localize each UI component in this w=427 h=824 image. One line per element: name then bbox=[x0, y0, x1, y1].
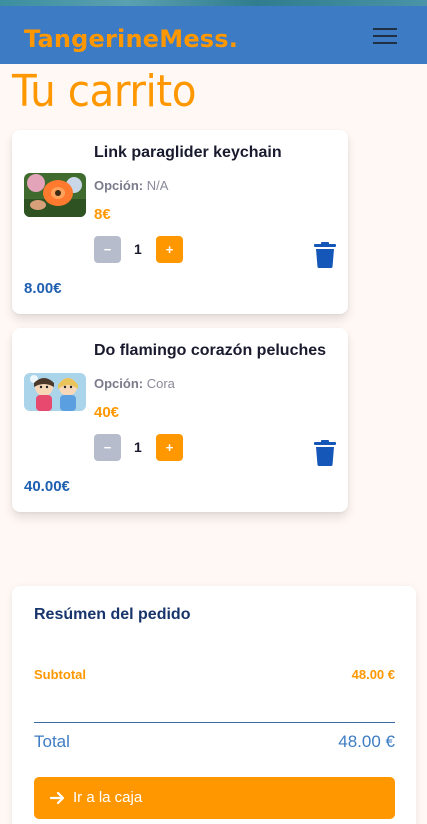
quantity-value: 1 bbox=[134, 241, 142, 257]
product-option: Opción: N/A bbox=[94, 178, 168, 193]
line-total: 40.00€ bbox=[24, 478, 70, 495]
product-price: 40€ bbox=[94, 404, 120, 421]
menu-icon[interactable] bbox=[373, 26, 397, 46]
product-name[interactable]: Link paraglider keychain bbox=[94, 144, 282, 162]
cart-item: Link paraglider keychain Opción: N/A 8€ … bbox=[12, 130, 348, 314]
product-image[interactable] bbox=[24, 173, 86, 217]
subtotal-value: 48.00 € bbox=[351, 667, 395, 682]
total-value: 48.00 € bbox=[338, 732, 395, 751]
product-image[interactable] bbox=[24, 373, 86, 411]
checkout-button[interactable]: Ir a la caja bbox=[34, 777, 395, 819]
option-label: Opción: bbox=[94, 178, 144, 193]
cart-item: Do flamingo corazón peluches Opción: Cor… bbox=[12, 328, 348, 512]
line-total: 8.00€ bbox=[24, 280, 62, 297]
trash-icon[interactable] bbox=[314, 242, 336, 268]
option-value: Cora bbox=[146, 376, 175, 391]
total-label: Total bbox=[34, 732, 70, 751]
decrease-quantity-button[interactable]: − bbox=[94, 434, 121, 461]
subtotal-label: Subtotal bbox=[34, 667, 86, 682]
arrow-right-icon bbox=[50, 791, 65, 805]
brand-logo[interactable]: TangerineMess. bbox=[24, 25, 238, 53]
checkout-label: Ir a la caja bbox=[73, 789, 143, 806]
summary-divider bbox=[34, 722, 395, 723]
quantity-value: 1 bbox=[134, 439, 142, 455]
option-value: N/A bbox=[146, 178, 169, 193]
increase-quantity-button[interactable]: + bbox=[156, 434, 183, 461]
option-label: Opción: bbox=[94, 376, 144, 391]
product-price: 8€ bbox=[94, 206, 111, 223]
increase-quantity-button[interactable]: + bbox=[156, 236, 183, 263]
product-option: Opción: Cora bbox=[94, 376, 175, 391]
order-summary: Resúmen del pedido Subtotal 48.00 € Tota… bbox=[12, 586, 416, 824]
page-title: Tu carrito bbox=[12, 66, 197, 117]
site-header: TangerineMess. bbox=[0, 6, 427, 64]
decrease-quantity-button[interactable]: − bbox=[94, 236, 121, 263]
product-name[interactable]: Do flamingo corazón peluches bbox=[94, 342, 326, 360]
summary-title: Resúmen del pedido bbox=[34, 606, 191, 623]
trash-icon[interactable] bbox=[314, 440, 336, 466]
